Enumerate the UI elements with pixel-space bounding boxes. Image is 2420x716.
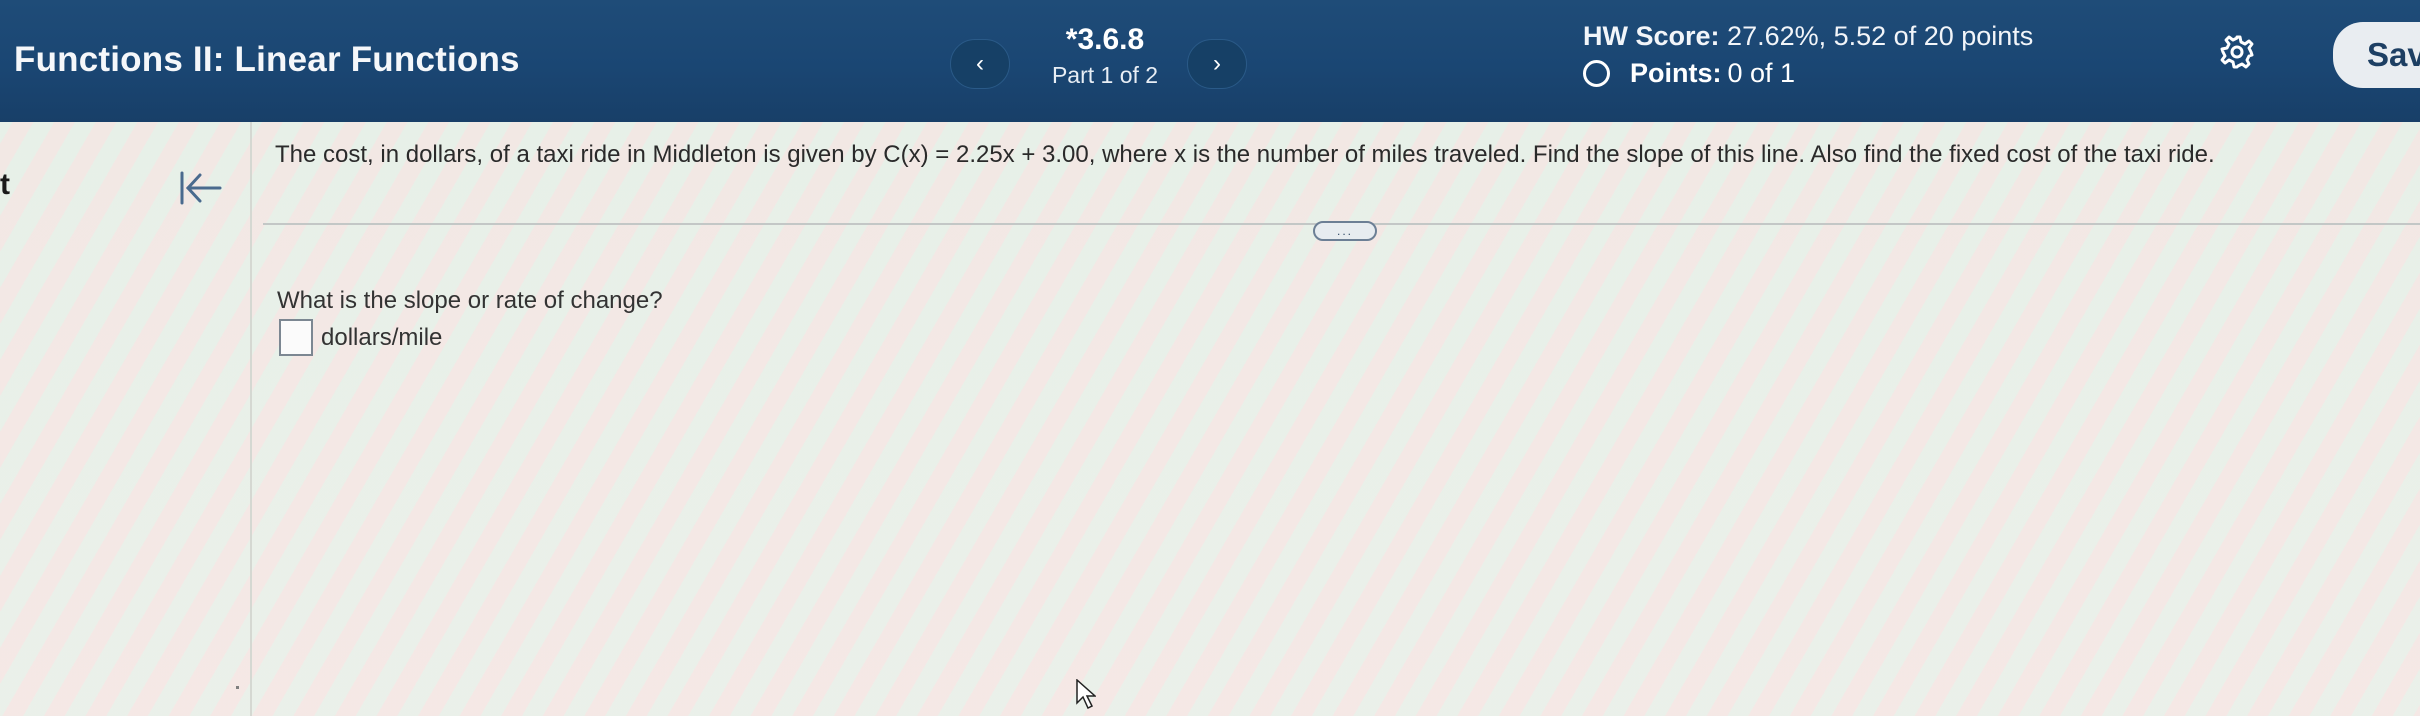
collapse-left-icon[interactable] <box>176 165 224 211</box>
save-button[interactable]: Sav <box>2333 22 2420 88</box>
hw-score: HW Score: 27.62%, 5.52 of 20 points <box>1583 21 2033 52</box>
hw-score-label: HW Score: <box>1583 21 1720 51</box>
question-number: *3.6.8 <box>1065 23 1145 56</box>
answer-row: dollars/mile <box>279 319 442 356</box>
answer-prompt: What is the slope or rate of change? <box>277 287 663 314</box>
points-value: 0 of 1 <box>1727 58 1796 88</box>
points-label: Points: <box>1630 58 1722 88</box>
chevron-left-icon: ‹ <box>976 50 984 77</box>
decorative-dot <box>236 686 239 689</box>
mouse-cursor-icon <box>1076 679 1096 709</box>
answer-unit: dollars/mile <box>321 323 443 351</box>
next-question-button[interactable]: › <box>1187 39 1247 89</box>
expand-more-button[interactable]: ... <box>1313 221 1377 241</box>
slope-answer-input[interactable] <box>279 319 313 356</box>
points-status: Points: 0 of 1 <box>1583 58 1795 89</box>
left-panel <box>0 122 252 716</box>
circle-icon <box>1583 60 1610 87</box>
gear-icon[interactable] <box>2219 34 2255 70</box>
left-panel-text: t <box>0 168 10 201</box>
question-part: Part 1 of 2 <box>1051 62 1159 88</box>
hw-score-value: 27.62%, 5.52 of 20 points <box>1727 21 2034 51</box>
header-bar: Functions II: Linear Functions ‹ *3.6.8 … <box>0 0 2420 122</box>
previous-question-button[interactable]: ‹ <box>950 39 1010 89</box>
question-text: The cost, in dollars, of a taxi ride in … <box>275 141 2215 168</box>
chevron-right-icon: › <box>1213 50 1221 77</box>
assignment-title: Functions II: Linear Functions <box>14 40 520 79</box>
